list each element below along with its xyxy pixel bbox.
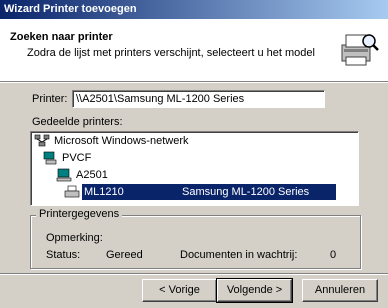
network-icon	[34, 134, 50, 147]
tree-item-comment: Samsung ML-1200 Series	[182, 186, 310, 198]
button-separator-highlight	[0, 274, 388, 275]
printer-info-title: Printergegevens	[36, 208, 123, 220]
workgroup-icon	[43, 151, 57, 165]
printer-icon	[64, 185, 80, 198]
shared-printers-tree[interactable]: Microsoft Windows-netwerk PVCF A2501 ML1…	[30, 131, 359, 206]
printer-label: Printer:	[32, 93, 67, 105]
header-title: Zoeken naar printer	[10, 31, 113, 43]
tree-item-label: Microsoft Windows-netwerk	[54, 135, 189, 147]
title-bar: Wizard Printer toevoegen	[0, 0, 388, 19]
cancel-button[interactable]: Annuleren	[302, 279, 378, 302]
tree-item-selected-row[interactable]: ML1210 Samsung ML-1200 Series	[82, 184, 336, 200]
comment-label: Opmerking:	[46, 232, 103, 244]
next-button[interactable]: Volgende >	[216, 278, 293, 303]
printer-path-input[interactable]: \\A2501\Samsung ML-1200 Series	[72, 90, 325, 108]
tree-item-label: PVCF	[62, 152, 92, 164]
status-label: Status:	[46, 249, 81, 261]
wizard-header: Zoeken naar printer Zodra de lijst met p…	[0, 19, 388, 82]
queue-value: 0	[330, 249, 337, 261]
printer-search-icon	[341, 34, 379, 66]
header-subtitle: Zodra de lijst met printers verschijnt, …	[27, 47, 315, 59]
tree-item-label: ML1210	[84, 186, 124, 198]
status-value: Gereed	[106, 249, 143, 261]
back-button[interactable]: < Vorige	[142, 279, 217, 302]
shared-printers-label: Gedeelde printers:	[32, 116, 123, 128]
window-title: Wizard Printer toevoegen	[4, 3, 137, 15]
tree-item-label: A2501	[76, 169, 108, 181]
printer-label-text: Printer:	[32, 93, 68, 105]
header-divider	[0, 82, 388, 83]
computer-icon	[56, 168, 72, 182]
queue-label: Documenten in wachtrij:	[180, 249, 298, 261]
